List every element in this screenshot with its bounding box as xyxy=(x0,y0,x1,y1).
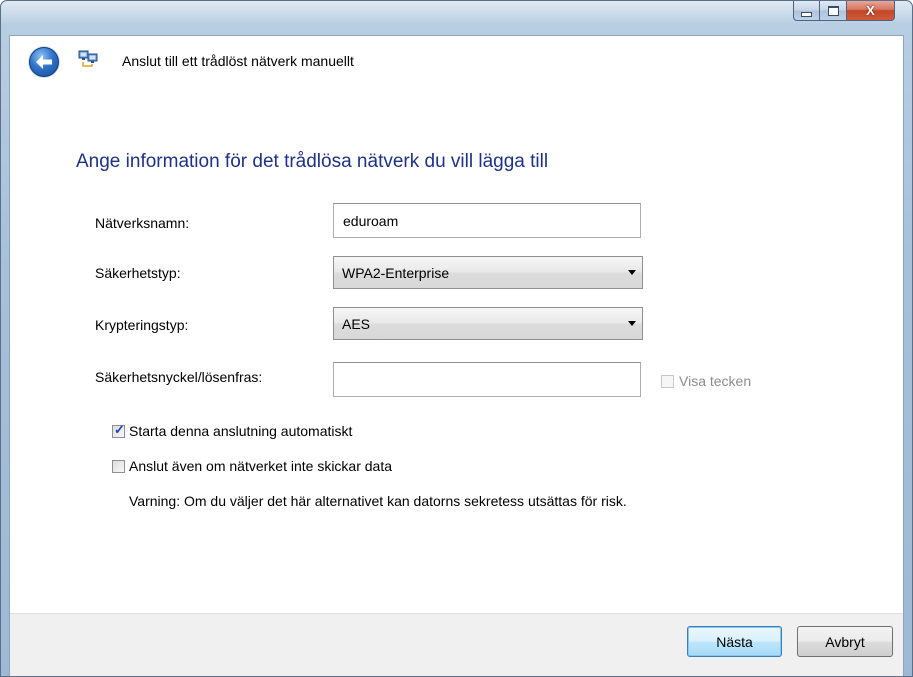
maximize-icon xyxy=(827,5,839,16)
privacy-warning-text: Varning: Om du väljer det här alternativ… xyxy=(129,493,627,509)
checkmark-icon: ✓ xyxy=(114,422,125,437)
connect-non-broadcast-label: Anslut även om nätverket inte skickar da… xyxy=(129,458,393,474)
caption-buttons: X xyxy=(793,1,895,22)
wizard-client-area: Anslut till ett trådlöst nätverk manuell… xyxy=(9,35,904,676)
encryption-type-value: AES xyxy=(342,315,371,332)
auto-start-label: Starta denna anslutning automatiskt xyxy=(129,423,353,439)
chevron-down-icon xyxy=(628,270,636,275)
network-name-label: Nätverksnamn: xyxy=(95,215,190,231)
cancel-button[interactable]: Avbryt xyxy=(797,626,893,657)
security-key-input[interactable] xyxy=(333,362,641,397)
wizard-footer: Nästa Avbryt xyxy=(10,613,903,676)
title-bar xyxy=(1,1,912,25)
wizard-title: Anslut till ett trådlöst nätverk manuell… xyxy=(122,53,354,69)
back-arrow-icon xyxy=(36,55,52,69)
close-icon: X xyxy=(866,3,875,18)
page-heading: Ange information för det trådlösa nätver… xyxy=(76,151,549,172)
network-icon xyxy=(78,50,98,67)
minimize-button[interactable] xyxy=(793,1,820,21)
minimize-icon xyxy=(801,11,812,17)
security-type-value: WPA2-Enterprise xyxy=(342,264,450,281)
window-frame: X Anslut till ett trådlöst nätverk manue… xyxy=(0,0,913,677)
auto-start-checkbox[interactable]: ✓ xyxy=(112,422,125,438)
security-type-label: Säkerhetstyp: xyxy=(95,265,181,281)
security-key-label: Säkerhetsnyckel/lösenfras: xyxy=(95,369,263,385)
back-button[interactable] xyxy=(29,47,59,77)
maximize-button[interactable] xyxy=(820,1,847,21)
network-name-input[interactable] xyxy=(333,203,641,238)
next-button[interactable]: Nästa xyxy=(687,626,782,657)
show-characters-label: Visa tecken xyxy=(679,373,752,389)
security-type-dropdown[interactable]: WPA2-Enterprise xyxy=(333,256,643,289)
encryption-type-label: Krypteringstyp: xyxy=(95,317,189,333)
chevron-down-icon xyxy=(628,321,636,326)
close-button[interactable]: X xyxy=(847,1,895,21)
connect-non-broadcast-checkbox[interactable] xyxy=(112,460,125,473)
encryption-type-dropdown[interactable]: AES xyxy=(333,307,643,340)
show-characters-checkbox[interactable] xyxy=(661,375,674,388)
